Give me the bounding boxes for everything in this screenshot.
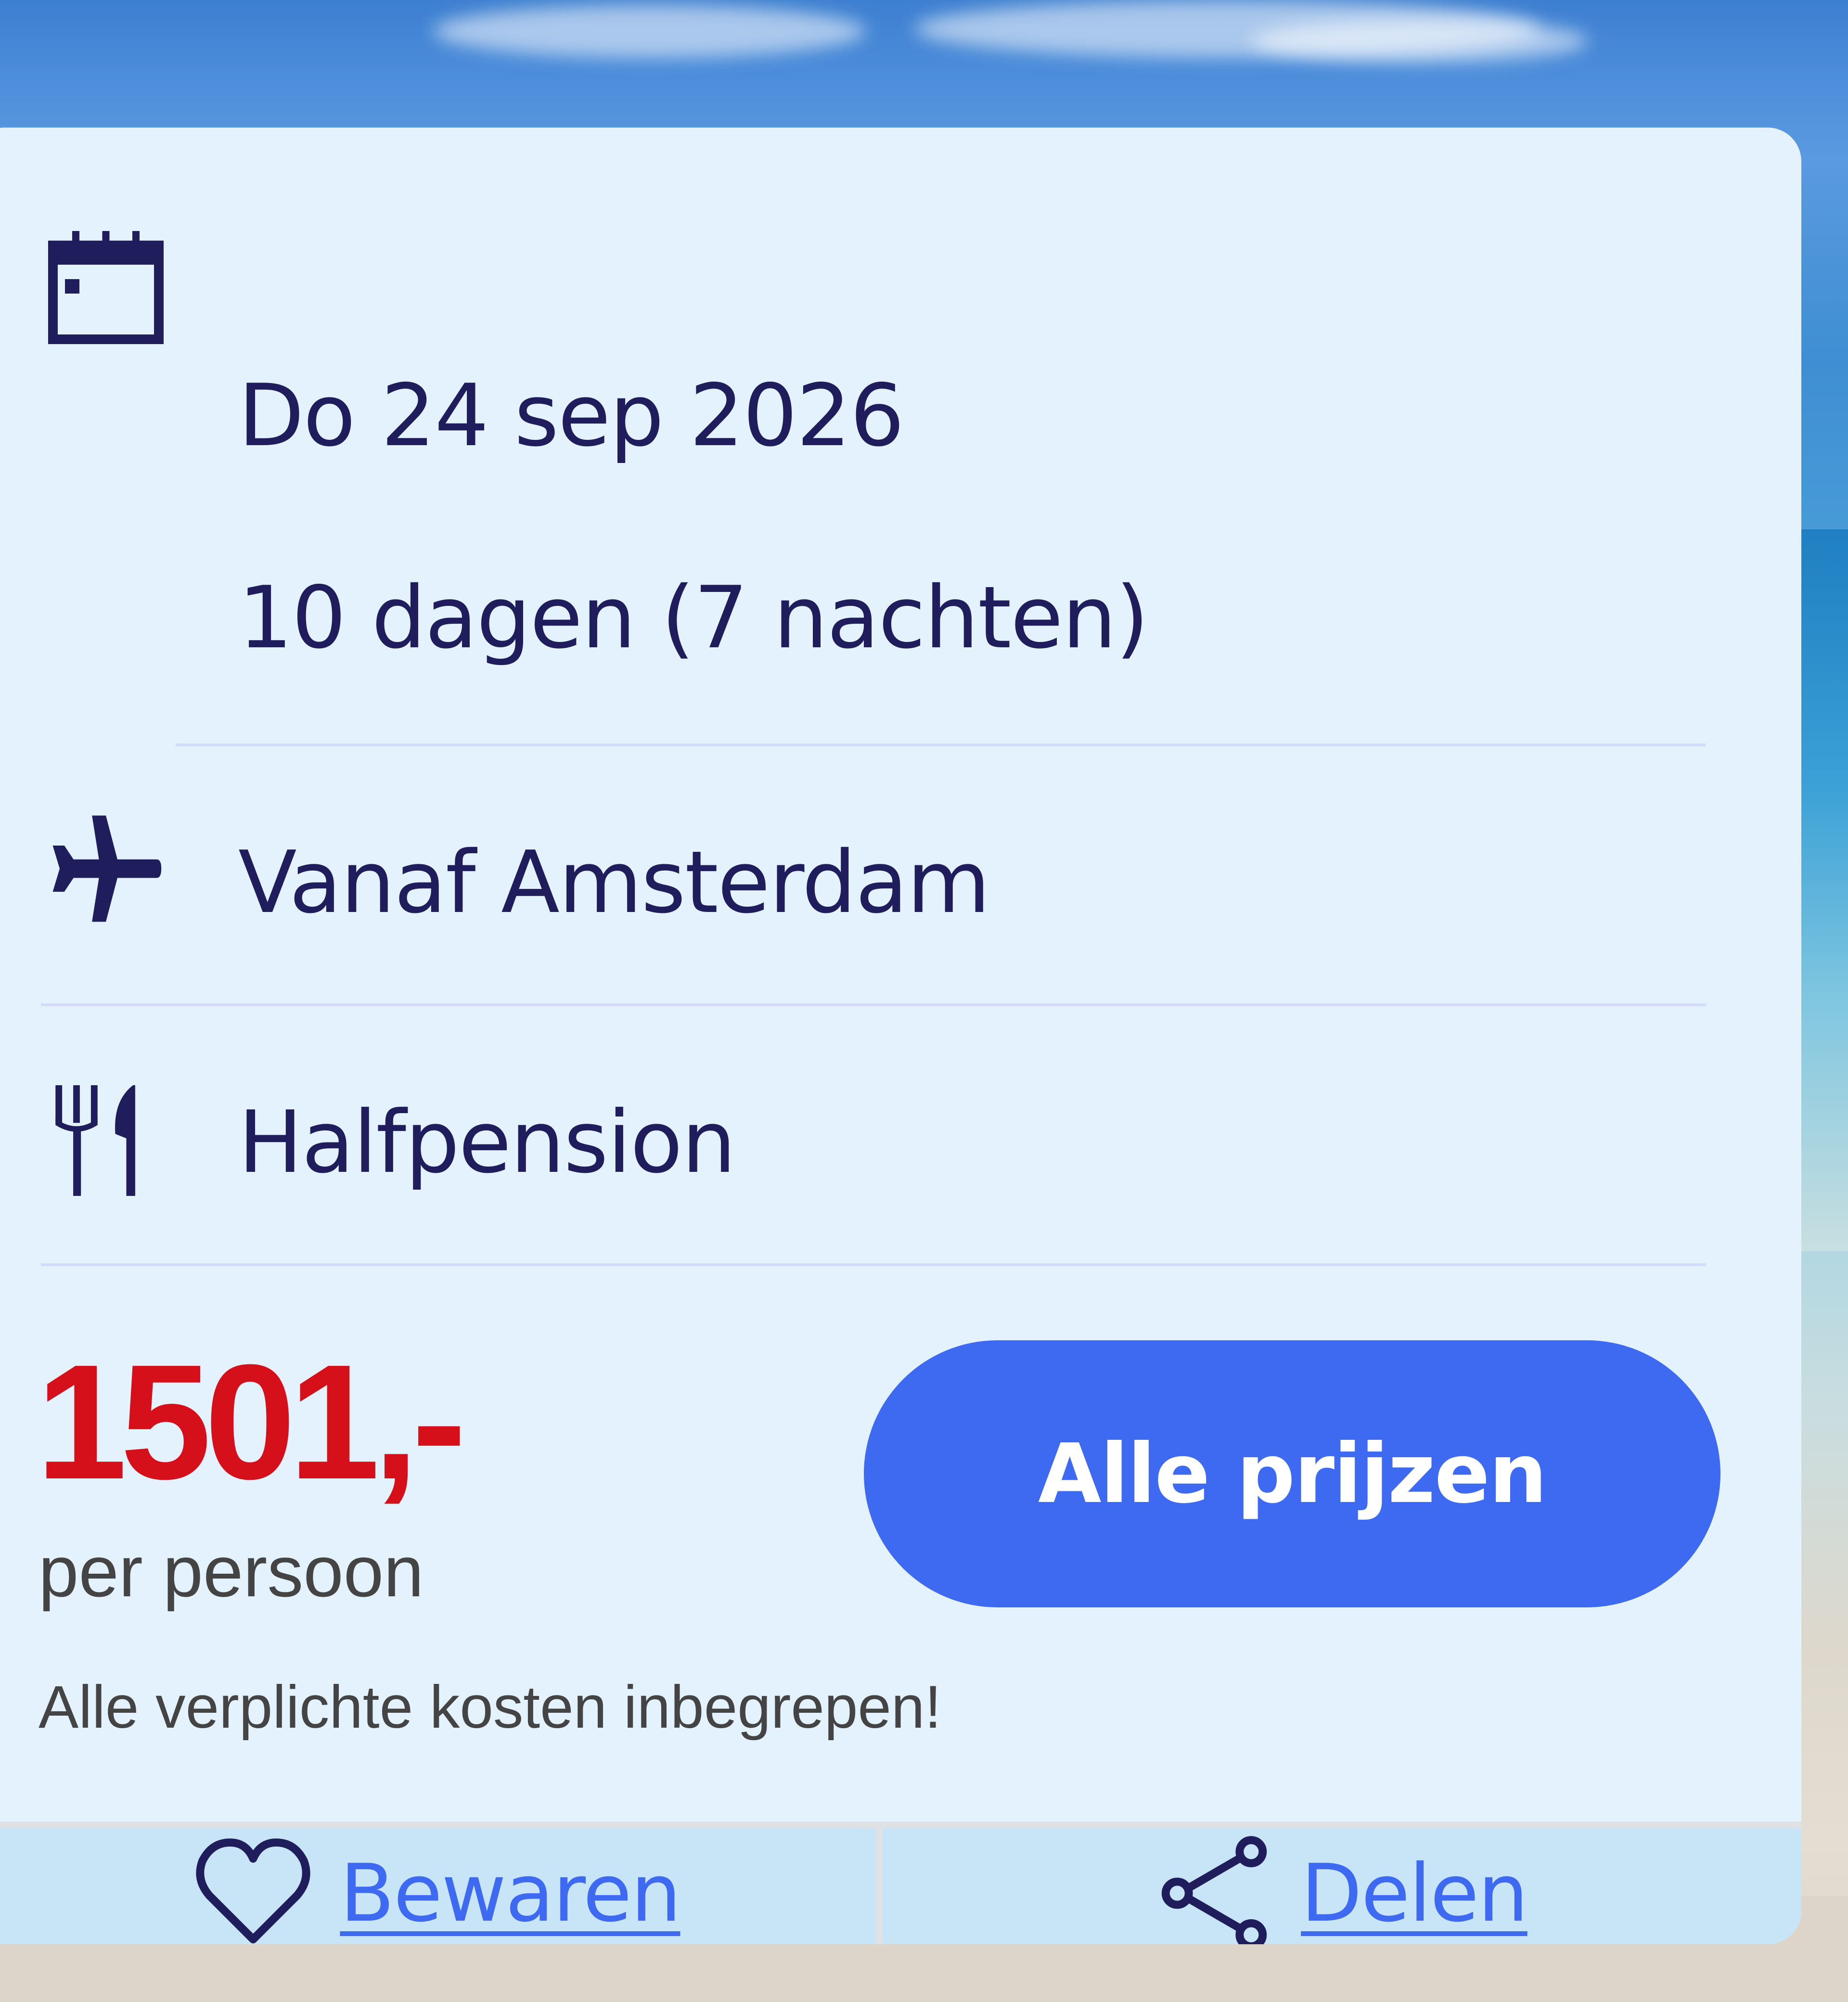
- save-label[interactable]: Bewaren: [340, 1847, 681, 1939]
- cutlery-icon: [48, 1085, 149, 1196]
- airplane-icon: [48, 811, 164, 926]
- trip-duration: 10 dagen (7 nachten): [238, 568, 1149, 667]
- all-prices-button[interactable]: Alle prijzen: [864, 1340, 1720, 1607]
- departure-date: Do 24 sep 2026: [238, 366, 904, 465]
- divider: [176, 744, 1706, 746]
- divider: [41, 1263, 1706, 1266]
- board-type: Halfpension: [238, 1092, 736, 1192]
- trip-card: Do 24 sep 2026 10 dagen (7 nachten) Vana…: [0, 128, 1801, 1944]
- share-label[interactable]: Delen: [1301, 1847, 1528, 1939]
- price-unit: per persoon: [38, 1531, 424, 1612]
- save-button[interactable]: Bewaren: [0, 1828, 876, 1944]
- costs-included-note: Alle verplichte kosten inbegrepen!: [38, 1674, 942, 1741]
- heart-icon: [195, 1838, 311, 1944]
- share-icon: [1156, 1835, 1272, 1944]
- departure-city: Vanaf Amsterdam: [238, 833, 990, 932]
- divider: [41, 1003, 1706, 1006]
- action-bar: Bewaren Delen: [0, 1822, 1801, 1944]
- calendar-icon: [46, 229, 166, 349]
- share-button[interactable]: Delen: [883, 1828, 1801, 1944]
- action-separator: [876, 1828, 883, 1944]
- price-amount: 1501,-: [36, 1331, 466, 1514]
